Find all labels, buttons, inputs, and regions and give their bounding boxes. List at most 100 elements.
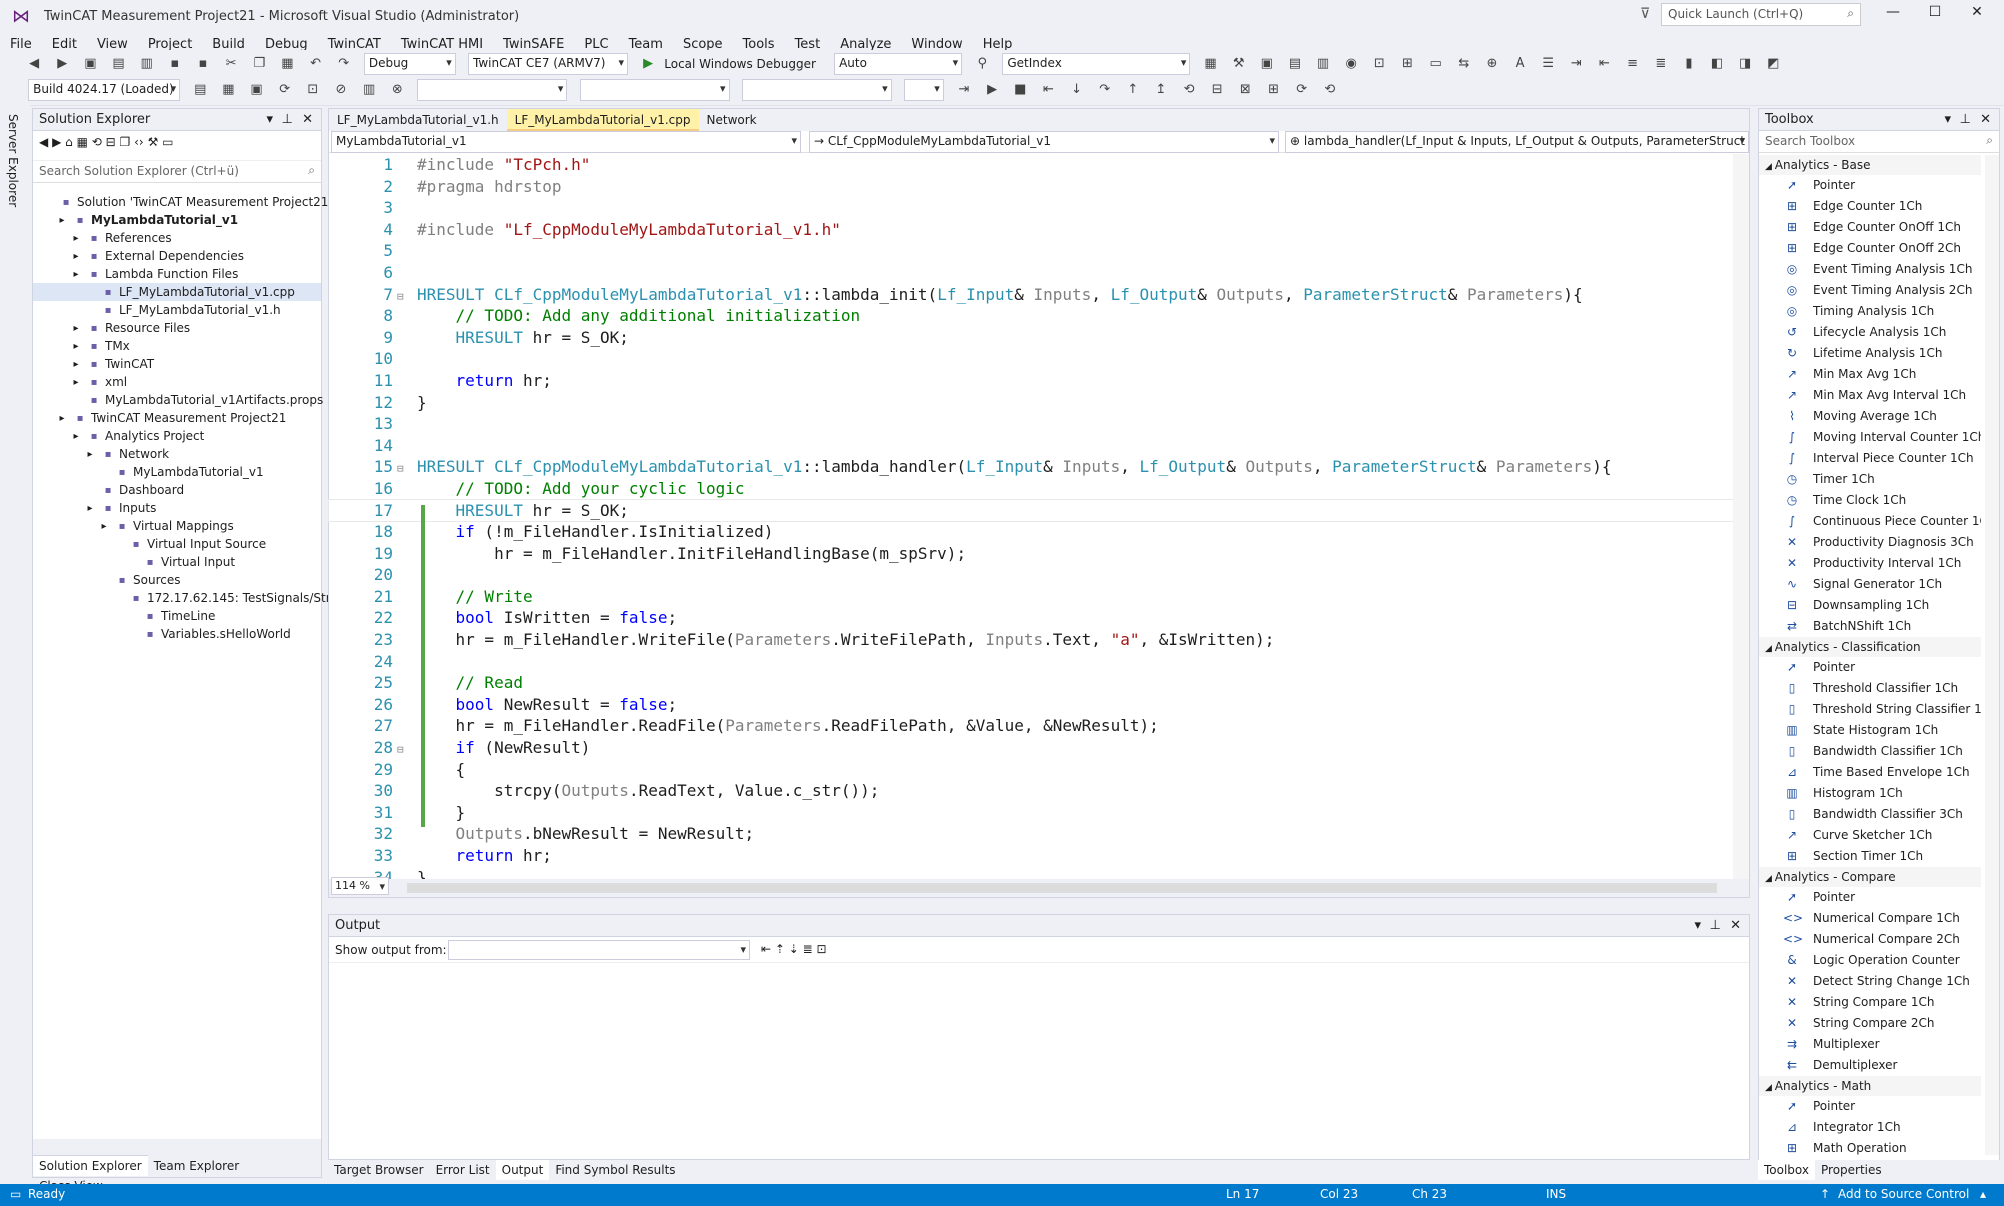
toolbox-item[interactable]: ↺ Lifecycle Analysis 1Ch [1759, 322, 1981, 343]
toolbox-item[interactable]: ⇄ BatchNShift 1Ch [1759, 616, 1981, 637]
toolbox-item[interactable]: ↻ Lifetime Analysis 1Ch [1759, 343, 1981, 364]
filter-icon[interactable]: ⊽ [1640, 6, 1650, 22]
expand-arrow-icon[interactable]: ▸ [69, 359, 83, 371]
show-all-icon[interactable]: ❐ [120, 135, 131, 149]
code-line[interactable]: 17 HRESULT hr = S_OK; [328, 498, 1734, 523]
code-line[interactable]: 22 bool IsWritten = false; [329, 607, 1733, 629]
tab-toolbox[interactable]: Toolbox [1758, 1160, 1815, 1180]
twincat-config-icon[interactable]: ▣ [1256, 53, 1278, 75]
expand-arrow-icon[interactable]: ▸ [69, 377, 83, 389]
document-tab[interactable]: LF_MyLambdaTutorial_v1.cpp [506, 109, 699, 131]
output-source-select[interactable] [448, 940, 750, 960]
paste-icon[interactable]: ▦ [276, 53, 298, 75]
toolbox-item[interactable]: ⊿ Time Based Envelope 1Ch [1759, 762, 1981, 783]
member-nav-select[interactable]: ⊕ lambda_handler(Lf_Input & Inputs, Lf_O… [1285, 131, 1749, 153]
tree-item[interactable]: ▪ Dashboard [33, 481, 321, 499]
expand-arrow-icon[interactable] [97, 575, 111, 587]
code-line[interactable]: 23 hr = m_FileHandler.WriteFile(Paramete… [329, 629, 1733, 651]
debugger-button[interactable]: Local Windows Debugger [664, 57, 816, 71]
toolbar2-e-icon[interactable]: ⊡ [302, 79, 324, 101]
undo-icon[interactable]: ↶ [305, 53, 327, 75]
sync-icon[interactable]: ⟲ [1319, 79, 1341, 101]
bookmark-icon[interactable]: ▮ [1678, 53, 1700, 75]
cut-icon[interactable]: ✂ [220, 53, 242, 75]
toolbox-item[interactable]: ↗ Min Max Avg Interval 1Ch [1759, 385, 1981, 406]
close-window-button[interactable]: ✕ [1962, 4, 1992, 28]
twincat-io-icon[interactable]: ⊞ [1397, 53, 1419, 75]
toolbox-search-input[interactable]: Search Toolbox ⌕ [1759, 131, 1999, 153]
toolbox-item[interactable]: ➚ Pointer [1759, 657, 1981, 678]
code-line[interactable]: 31 } [329, 802, 1733, 824]
code-line[interactable]: 4 #include "Lf_CppModuleMyLambdaTutorial_… [329, 219, 1733, 241]
save-icon[interactable]: ▪ [164, 53, 186, 75]
configuration-select[interactable]: Debug [363, 53, 456, 75]
forward-icon[interactable]: ▶ [51, 53, 73, 75]
solution-search-input[interactable]: Search Solution Explorer (Ctrl+ü) ⌕ [33, 161, 321, 183]
toolbox-item[interactable]: ➚ Pointer [1759, 887, 1981, 908]
uncomment-icon[interactable]: ≣ [1650, 53, 1672, 75]
toolbox-item[interactable]: ⇉ Multiplexer [1759, 1034, 1981, 1055]
tree-item[interactable]: ▪ LF_MyLambdaTutorial_v1.cpp [33, 283, 321, 301]
toolbox-item[interactable]: ⊟ Downsampling 1Ch [1759, 595, 1981, 616]
expand-arrow-icon[interactable]: ▸ [69, 341, 83, 353]
toolbox-item[interactable]: ∫ Moving Interval Counter 1Ch [1759, 427, 1981, 448]
toolbox-item[interactable]: ⊿ Integrator 1Ch [1759, 1117, 1981, 1138]
reset-icon[interactable]: ⟲ [1178, 79, 1200, 101]
expand-arrow-icon[interactable]: ▸ [69, 431, 83, 443]
code-line[interactable]: 1 #include "TcPch.h" [329, 154, 1733, 176]
switch-views-icon[interactable]: ▦ [77, 135, 88, 149]
toolbox-item[interactable]: ⌇ Moving Average 1Ch [1759, 406, 1981, 427]
toolbox-item[interactable]: ▯ Threshold Classifier 1Ch [1759, 678, 1981, 699]
twincat-wrench-icon[interactable]: ⚒ [1228, 53, 1250, 75]
toolbar2-h-icon[interactable]: ⊗ [386, 79, 408, 101]
add-item-icon[interactable]: ▤ [108, 53, 130, 75]
refresh-icon[interactable]: ⟳ [1291, 79, 1313, 101]
twincat-indent-icon[interactable]: ⇥ [1565, 53, 1587, 75]
expand-arrow-icon[interactable]: ▸ [69, 233, 83, 245]
code-line[interactable]: 20 [329, 564, 1733, 586]
code-line[interactable]: 8 // TODO: Add any additional initializa… [329, 305, 1733, 327]
toolbox-item[interactable]: ✕ Productivity Interval 1Ch [1759, 553, 1981, 574]
toolbox-item[interactable]: ▯ Bandwidth Classifier 3Ch [1759, 804, 1981, 825]
code-line[interactable]: 32 Outputs.bNewResult = NewResult; [329, 823, 1733, 845]
chevron-down-icon[interactable]: ▾ [1944, 112, 1951, 127]
copy-icon[interactable]: ❐ [248, 53, 270, 75]
horizontal-scrollbar[interactable] [407, 883, 1717, 893]
start-icon[interactable]: ▶ [981, 79, 1003, 101]
twincat-format-icon[interactable]: A [1509, 53, 1531, 75]
plc-project-select[interactable] [417, 79, 568, 101]
toolbox-item[interactable]: ◷ Timer 1Ch [1759, 469, 1981, 490]
toolbox-item[interactable]: & Logic Operation Counter [1759, 950, 1981, 971]
pin-icon[interactable]: ⊥ [282, 112, 293, 127]
toolbox-item[interactable]: ◷ Time Clock 1Ch [1759, 490, 1981, 511]
code-line[interactable]: 6 [329, 262, 1733, 284]
twincat-activate-icon[interactable]: ▦ [1200, 53, 1222, 75]
tab-solution-explorer[interactable]: Solution Explorer [33, 1155, 148, 1176]
tree-item[interactable]: ▪ MyLambdaTutorial_v1 [33, 463, 321, 481]
toolbar2-c-icon[interactable]: ▣ [246, 79, 268, 101]
toolbar2-a-icon[interactable]: ▤ [189, 79, 211, 101]
tree-item[interactable]: ▸ ▪ Network [33, 445, 321, 463]
twincat-list-icon[interactable]: ☰ [1537, 53, 1559, 75]
code-line[interactable]: 3 [329, 197, 1733, 219]
toolbox-group-header[interactable]: ◢ Analytics - Math [1759, 1076, 1981, 1096]
toolbox-item[interactable]: ∿ Signal Generator 1Ch [1759, 574, 1981, 595]
tree-item[interactable]: ▸ ▪ Virtual Mappings [33, 517, 321, 535]
toolbox-item[interactable]: ⊞ Edge Counter OnOff 1Ch [1759, 217, 1981, 238]
code-line[interactable]: 24 [329, 651, 1733, 673]
expand-arrow-icon[interactable] [111, 539, 125, 551]
vertical-scrollbar[interactable] [1733, 154, 1749, 882]
code-line[interactable]: 28 ⊟ if (NewResult) [329, 737, 1733, 759]
zoom-select[interactable]: 114 % [331, 877, 389, 895]
twincat-run-icon[interactable]: ▤ [1284, 53, 1306, 75]
logout-icon[interactable]: ⇤ [1037, 79, 1059, 101]
code-line[interactable]: 21 // Write [329, 586, 1733, 608]
code-line[interactable]: 15 ⊟ HRESULT CLf_CppModuleMyLambdaTutorial… [329, 456, 1733, 478]
toolbox-item[interactable]: <> Numerical Compare 1Ch [1759, 908, 1981, 929]
toolbox-item[interactable]: ⊞ Edge Counter 1Ch [1759, 196, 1981, 217]
panel-close-icon[interactable]: ✕ [1980, 112, 1991, 127]
tree-item[interactable]: ▸ ▪ References [33, 229, 321, 247]
twincat-map-icon[interactable]: ⇆ [1453, 53, 1475, 75]
build-select[interactable]: Build 4024.17 (Loaded) [28, 79, 181, 101]
expand-arrow-icon[interactable] [125, 611, 139, 623]
